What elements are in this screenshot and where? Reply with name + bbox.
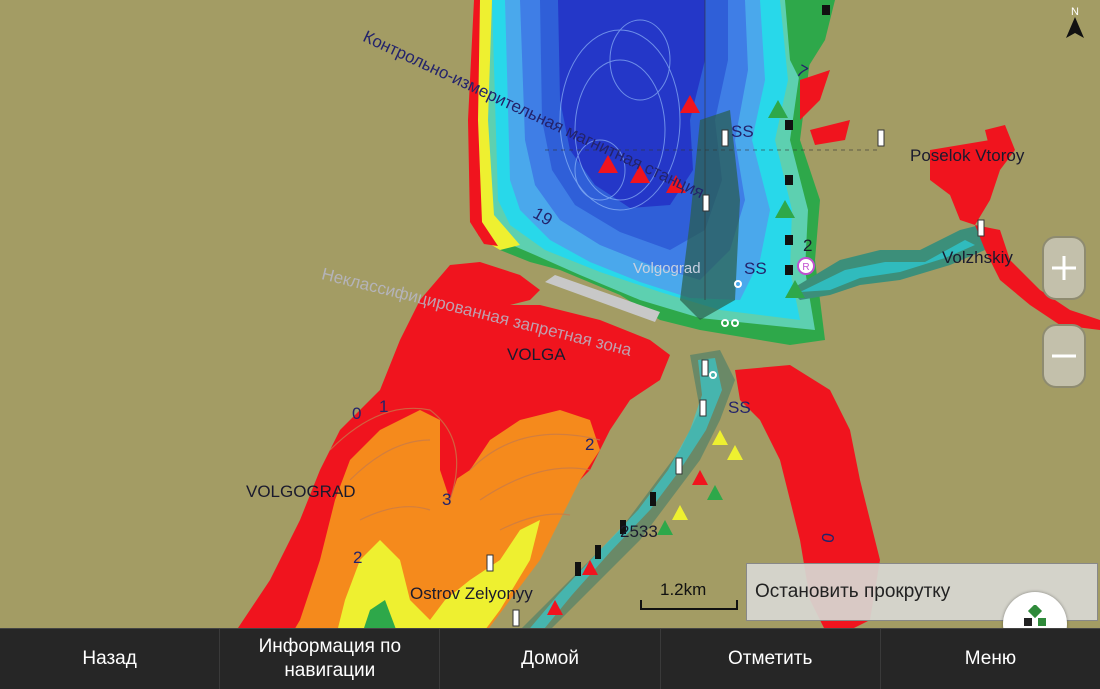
label-ostrov: Ostrov Zelyonyy [410,584,533,603]
label-volgograd: VOLGOGRAD [246,482,356,501]
depth-sounding: 2 [353,548,363,567]
north-arrow-icon[interactable]: N [1062,4,1088,40]
scale-bar: 1.2km [640,580,738,610]
bottom-nav-bar: Назад Информация по навигации Домой Отме… [0,628,1100,689]
scale-bar-line [640,600,738,610]
depth-sounding: 3 [442,490,452,509]
mark-button[interactable]: Отметить [661,629,881,689]
label-ss-1: SS [731,122,754,141]
label-volga: VOLGA [507,345,566,364]
depth-sounding: 2 [585,435,595,454]
scale-label: 1.2km [660,580,707,599]
label-ss-2: SS [744,259,767,278]
depth-sounding: 0 [352,404,362,423]
label-ss-3: SS [728,398,751,417]
label-volzhskiy: Volzhskiy [942,248,1013,267]
label-2: 2 [803,236,813,255]
menu-button[interactable]: Меню [881,629,1100,689]
zoom-in-button[interactable] [1042,236,1086,300]
minus-icon [1052,354,1076,358]
navigation-info-label-line2: навигации [284,660,376,681]
plus-icon [1052,256,1076,280]
home-button[interactable]: Домой [440,629,661,689]
label-2533: 2533 [620,522,658,541]
svg-text:N: N [1071,6,1079,18]
label-poselok: Poselok Vtoroy [910,146,1025,165]
depth-sounding: 1 [379,397,389,416]
navigation-info-label-line1: Информация по [258,636,402,657]
svg-text:R: R [802,262,809,273]
navigation-info-button[interactable]: Информация по навигации [220,629,441,689]
zoom-out-button[interactable] [1042,324,1086,388]
back-button[interactable]: Назад [0,629,221,689]
label-volgograd-faint: Volgograd [633,260,701,277]
